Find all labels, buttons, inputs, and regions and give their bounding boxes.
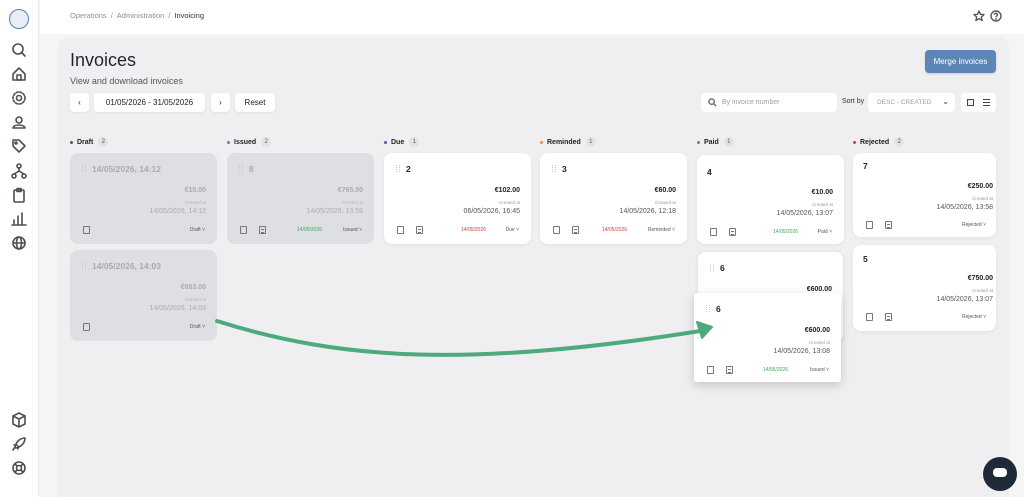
drag-arrow-annotation	[215, 319, 713, 357]
chat-icon[interactable]	[983, 457, 1017, 491]
